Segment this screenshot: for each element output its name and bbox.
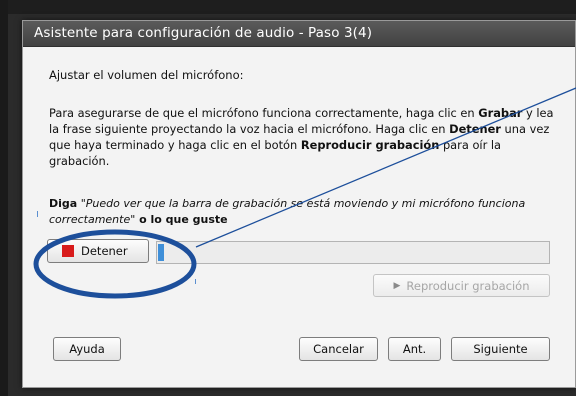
say-suffix: o lo que guste (135, 213, 228, 226)
recording-level-bar (156, 241, 550, 264)
dialog-titlebar[interactable]: Asistente para configuración de audio - … (23, 21, 575, 47)
say-label: Diga (49, 197, 78, 210)
say-phrase-text: Diga "Puedo ver que la barra de grabació… (49, 196, 564, 228)
audio-setup-dialog: Asistente para configuración de audio - … (22, 20, 576, 388)
dialog-title: Asistente para configuración de audio - … (34, 25, 373, 41)
play-icon: ▶ (393, 280, 401, 291)
help-button[interactable]: Ayuda (53, 337, 121, 361)
play-recording-label: Reproducir grabación (406, 278, 530, 293)
instructions-part: Para asegurarse de que el micrófono func… (49, 106, 479, 120)
play-keyword: Reproducir grabación (300, 138, 440, 152)
tick-mark (37, 211, 38, 217)
stop-button[interactable]: Detener (47, 239, 149, 263)
section-heading: Ajustar el volumen del micrófono: (49, 68, 244, 82)
next-button[interactable]: Siguiente (451, 337, 550, 361)
back-button[interactable]: Ant. (388, 337, 441, 361)
record-keyword: Grabar (478, 106, 523, 120)
cancel-button[interactable]: Cancelar (299, 337, 378, 361)
tick-mark (195, 279, 196, 284)
background-strip (0, 0, 576, 14)
recording-level-fill (158, 244, 164, 261)
stop-button-label: Detener (81, 244, 128, 258)
play-recording-button[interactable]: ▶ Reproducir grabación (373, 274, 550, 297)
say-phrase: "Puedo ver que la barra de grabación se … (49, 197, 526, 226)
stop-icon (62, 245, 74, 257)
instructions-text: Para asegurarse de que el micrófono func… (49, 105, 564, 169)
stop-keyword: Detener (449, 122, 501, 136)
background-strip-left (0, 0, 8, 396)
